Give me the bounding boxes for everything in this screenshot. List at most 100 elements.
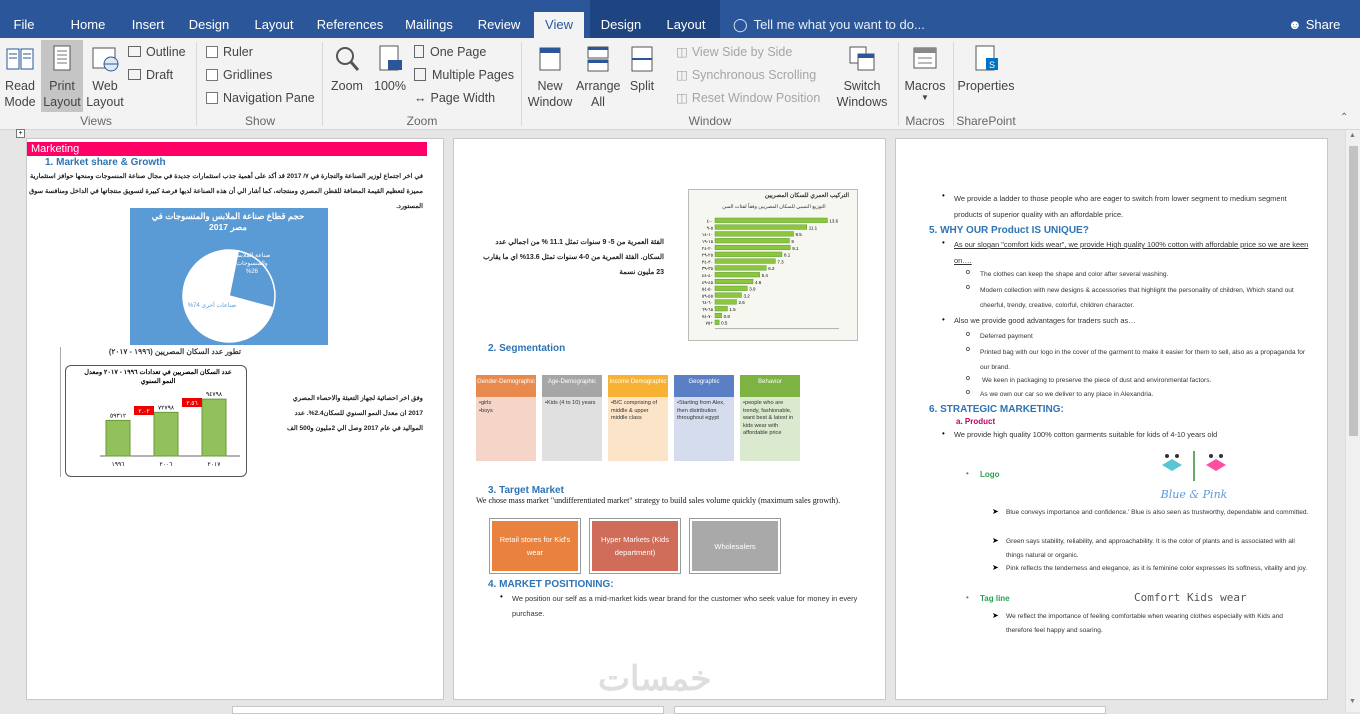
scroll-down-icon[interactable]: ▼ xyxy=(1349,698,1356,705)
arrange-all-button[interactable]: Arrange All xyxy=(576,44,620,110)
age-category-label: ٦٠-٦٤ xyxy=(702,300,713,305)
scroll-up-icon[interactable]: ▲ xyxy=(1349,132,1356,139)
tab-file[interactable]: File xyxy=(0,12,48,38)
segment-header: Behavior xyxy=(740,375,800,397)
tab-table-design[interactable]: Design xyxy=(594,12,648,38)
age-bar xyxy=(714,306,728,312)
age-category-label: ٥٠-٥٤ xyxy=(702,287,713,292)
share-button[interactable]: ☻ Share xyxy=(1288,12,1340,38)
age-category-label: ٣٥-٣٩ xyxy=(702,266,714,271)
population-chart: تطور عدد السكان المصريين (١٩٩٦ - ٢٠١٧) ع… xyxy=(60,347,250,477)
segment-body: •Kids (4 to 10) years xyxy=(545,400,596,406)
age-value-label: 8.1 xyxy=(784,253,791,258)
view-side-by-side-button[interactable]: ◫ View Side by Side xyxy=(676,44,792,60)
tab-review[interactable]: Review xyxy=(470,12,528,38)
one-page-button[interactable]: One Page xyxy=(414,44,486,60)
segment-box: Geographic •Starting from Alex, then dist… xyxy=(674,375,734,461)
one-page-label: One Page xyxy=(430,45,487,59)
read-mode-button[interactable]: Read Mode xyxy=(2,44,38,110)
document-page-1[interactable]: Marketing 1. Market share & Growth في اخ… xyxy=(26,138,444,700)
page-width-button[interactable]: ↔ Page Width xyxy=(414,90,495,106)
separator xyxy=(898,42,899,126)
split-button[interactable]: Split xyxy=(624,44,660,94)
age-category-label: ٤٥-٤٩ xyxy=(702,280,714,285)
views-group-label: Views xyxy=(80,114,112,128)
multiple-pages-icon xyxy=(414,68,426,81)
sub-item-deferred-payment: Deferred payment xyxy=(980,333,1033,340)
paragraph-ladder: We provide a ladder to those people who … xyxy=(954,194,1287,219)
page-width-label: Page Width xyxy=(430,91,496,105)
ribbon: Read Mode Print Layout Web Layout Outlin… xyxy=(0,38,1360,130)
tab-table-layout[interactable]: Layout xyxy=(658,12,714,38)
move-handle-icon[interactable]: + xyxy=(16,129,25,138)
tab-layout[interactable]: Layout xyxy=(246,12,302,38)
tab-insert[interactable]: Insert xyxy=(124,12,172,38)
new-window-icon xyxy=(539,47,561,71)
document-page-2[interactable]: الفئة العمرية من 5- 9 سنوات تمثل 11.1 % … xyxy=(453,138,886,700)
arrow-bullet-icon: ➤ xyxy=(992,507,999,516)
web-layout-button[interactable]: Web Layout xyxy=(85,44,125,110)
split-icon xyxy=(631,46,653,72)
age-value-label: 9.1 xyxy=(792,246,799,251)
macros-button[interactable]: Macros ▼ xyxy=(902,44,948,102)
paragraph-age-groups: الفئة العمرية من 5- 9 سنوات تمثل 11.1 % … xyxy=(483,239,664,276)
gridlines-checkbox[interactable] xyxy=(206,69,218,81)
age-bar xyxy=(714,251,783,257)
heading-market-positioning: 4. MARKET POSITIONING: xyxy=(488,579,614,590)
svg-text:S: S xyxy=(989,60,995,70)
synchronous-scrolling-button[interactable]: ◫ Synchronous Scrolling xyxy=(676,67,816,83)
tab-references[interactable]: References xyxy=(312,12,388,38)
scrollbar-thumb[interactable] xyxy=(1349,146,1358,436)
separator xyxy=(521,42,522,126)
bullet-circle: o xyxy=(966,284,970,291)
outline-button[interactable]: Outline xyxy=(128,44,186,60)
print-layout-button[interactable]: Print Layout xyxy=(41,40,83,112)
switch-windows-button[interactable]: Switch Windows xyxy=(830,44,894,110)
zoom-100-button[interactable]: 100% xyxy=(372,44,408,94)
sub-item-printed-bag: Printed bag with our logo in the cover o… xyxy=(980,349,1306,371)
ruler-checkbox[interactable] xyxy=(206,46,218,58)
show-group-label: Show xyxy=(244,114,276,128)
segment-body: •people who are trendy, fashionable, wan… xyxy=(743,400,794,436)
logo-green-meaning: Green says stability, reliability, and a… xyxy=(1006,538,1295,559)
new-window-button[interactable]: New Window xyxy=(526,44,574,110)
tab-home[interactable]: Home xyxy=(62,12,114,38)
zoom-button[interactable]: Zoom xyxy=(328,44,366,94)
paragraph-slogan: As our slogan "comfort kids wear", we pr… xyxy=(954,240,1309,265)
age-bar xyxy=(714,224,808,230)
arrow-bullet-icon: ➤ xyxy=(992,611,999,620)
population-chart-frame: عدد السكان المصريين في تعدادات ١٩٩٦ - ٢٠… xyxy=(65,365,247,477)
document-page-3[interactable]: • We provide a ladder to those people wh… xyxy=(895,138,1328,700)
segment-box: Age-Demographic •Kids (4 to 10) years xyxy=(542,375,602,461)
separator xyxy=(953,42,954,126)
age-bar xyxy=(714,231,794,237)
separator xyxy=(322,42,323,126)
bullet-circle: o xyxy=(966,331,970,338)
age-category-label: ٥-٩ xyxy=(707,225,714,230)
age-value-label: 4.6 xyxy=(755,280,762,285)
properties-button[interactable]: S Properties xyxy=(955,44,1017,94)
bullet-dot: • xyxy=(966,469,969,478)
reset-window-position-button[interactable]: ◫ Reset Window Position xyxy=(676,90,820,106)
page-width-icon: ↔ xyxy=(414,91,427,105)
bar-value-label: ٩٤٧٩٨ xyxy=(206,392,223,398)
vertical-scrollbar[interactable]: ▲ ▼ xyxy=(1345,130,1360,712)
arrow-bullet-icon: ➤ xyxy=(992,536,999,545)
navigation-pane-checkbox[interactable] xyxy=(206,92,218,104)
tab-mailings[interactable]: Mailings xyxy=(398,12,460,38)
age-value-label: 2.6 xyxy=(738,300,745,305)
tell-me-box[interactable]: ◯ Tell me what you want to do... xyxy=(733,12,925,38)
age-category-label: ٣٠-٣٤ xyxy=(702,259,713,264)
print-layout-icon xyxy=(53,45,71,71)
bullet-circle: o xyxy=(966,269,970,276)
tab-design[interactable]: Design xyxy=(182,12,236,38)
multiple-pages-button[interactable]: Multiple Pages xyxy=(414,67,514,83)
age-bar xyxy=(714,312,722,319)
tag-line-label: Tag line xyxy=(980,594,1010,603)
tab-view[interactable]: View xyxy=(534,12,584,38)
age-bar xyxy=(714,278,754,285)
draft-button[interactable]: Draft xyxy=(128,67,173,83)
bar-value-label: ٧٢٧٩٨ xyxy=(158,405,175,411)
section-banner: Marketing xyxy=(27,142,427,156)
collapse-ribbon-icon[interactable]: ⌃ xyxy=(1340,112,1348,123)
